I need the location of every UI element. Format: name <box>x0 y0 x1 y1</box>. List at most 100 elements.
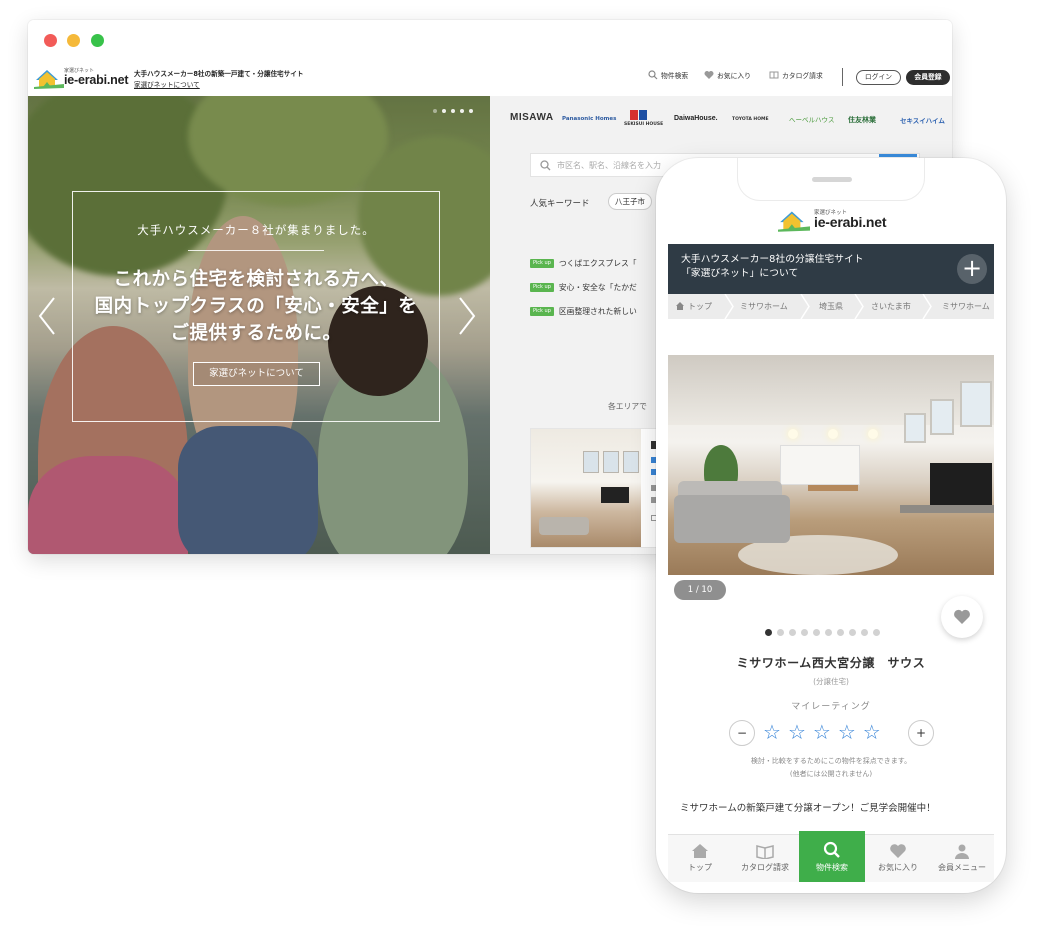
brand-logo-sumitomo[interactable]: 住友林業 <box>848 115 876 125</box>
tab-catalog[interactable]: カタログ請求 <box>732 835 798 882</box>
site-header: 家選びネット ie-erabi.net 大手ハウスメーカー8社の新築一戸建て・分… <box>28 60 952 96</box>
tab-label: 物件検索 <box>816 863 848 872</box>
brand-logo-sekisui-house[interactable]: SEKISUI HOUSE <box>624 122 663 127</box>
hero-headline: これから住宅を検討される方へ、 国内トップクラスの「安心・安全」を ご提供するた… <box>73 266 439 347</box>
pickup-item[interactable]: Pick up つくばエクスプレス「 <box>530 258 637 269</box>
photo-dot[interactable] <box>813 629 820 636</box>
star-icon[interactable]: ☆ <box>838 719 856 745</box>
window-shape <box>904 413 926 443</box>
tab-favorites[interactable]: お気に入り <box>866 835 930 882</box>
photo-pagination[interactable] <box>765 629 880 636</box>
nav-favorites-label: お気に入り <box>717 72 751 80</box>
rating-note-line: (他者には公開されません) <box>789 770 873 778</box>
pickup-text: つくばエクスプレス「 <box>558 259 637 268</box>
star-icon[interactable]: ☆ <box>763 719 781 745</box>
property-photo[interactable] <box>668 355 994 575</box>
breadcrumb-item[interactable]: 埼玉県 <box>819 301 843 312</box>
pickup-item[interactable]: Pick up 安心・安全な「たかだ <box>530 282 637 293</box>
shelf-shape <box>900 505 994 513</box>
nav-favorites[interactable]: お気に入り <box>704 70 751 80</box>
hero-pagination[interactable] <box>433 109 473 113</box>
about-banner-line: 大手ハウスメーカー8社の分譲住宅サイト <box>681 254 864 265</box>
about-banner-text: 大手ハウスメーカー8社の分譲住宅サイト 「家選びネット」について <box>681 253 864 281</box>
photo-dot[interactable] <box>861 629 868 636</box>
search-submit-button[interactable] <box>879 154 917 157</box>
chevron-right-icon[interactable] <box>456 294 478 338</box>
rating-decrease-button[interactable]: − <box>729 720 755 746</box>
nav-search[interactable]: 物件検索 <box>648 70 688 80</box>
hero-message-frame: 大手ハウスメーカー８社が集まりました。 これから住宅を検討される方へ、 国内トッ… <box>72 191 440 422</box>
pickup-item[interactable]: Pick up 区画整理された新しい <box>530 306 637 317</box>
brand-logo-panasonic[interactable]: Panasonic Homes <box>562 116 616 122</box>
search-icon <box>823 841 840 858</box>
tab-search[interactable]: 物件検索 <box>799 831 865 882</box>
photo-dot[interactable] <box>765 629 772 636</box>
photo-dot[interactable] <box>789 629 796 636</box>
star-icon[interactable]: ☆ <box>788 719 806 745</box>
window-shape <box>930 399 954 435</box>
expand-plus-button[interactable]: + <box>957 254 987 284</box>
sekisui-house-mark-icon <box>630 110 647 120</box>
bottom-tab-bar: トップ カタログ請求 物件検索 お気に入り 会員メニュー <box>668 831 994 882</box>
site-logo[interactable]: 家選びネット ie-erabi.net <box>34 66 128 90</box>
breadcrumb-separator <box>800 294 810 319</box>
breadcrumb-item[interactable]: トップ <box>688 301 712 312</box>
keyword-chip[interactable]: 八王子市 <box>608 193 652 210</box>
logo-text: ie-erabi.net <box>814 214 887 230</box>
about-banner[interactable]: 大手ハウスメーカー8社の分譲住宅サイト 「家選びネット」について + <box>668 244 994 294</box>
light-shape <box>828 429 838 439</box>
breadcrumb-item[interactable]: さいたま市 <box>871 301 911 312</box>
breadcrumb-separator <box>724 294 734 319</box>
brand-logo-hebel[interactable]: へーベルハウス <box>789 114 835 124</box>
register-button[interactable]: 会員登録 <box>906 70 950 85</box>
book-icon <box>756 845 774 859</box>
hero-divider <box>188 250 324 251</box>
photo-dot[interactable] <box>801 629 808 636</box>
brand-logo-sekisui-heim[interactable]: セキスイハイム <box>900 115 945 125</box>
photo-dot[interactable] <box>777 629 784 636</box>
tab-label: カタログ請求 <box>741 863 789 872</box>
star-icon[interactable]: ☆ <box>863 719 881 745</box>
rating-increase-button[interactable]: + <box>908 720 934 746</box>
hero-dot[interactable] <box>442 109 446 113</box>
hero-headline-line: これから住宅を検討される方へ、 <box>113 269 399 290</box>
tab-top[interactable]: トップ <box>668 835 732 882</box>
property-title: ミサワホーム西大宮分譲 サウス <box>736 656 926 670</box>
brand-logo-daiwa[interactable]: DaiwaHouse. <box>674 115 718 122</box>
hero-dot[interactable] <box>451 109 455 113</box>
kitchen-shape <box>780 445 860 485</box>
mobile-screen: 家選びネット ie-erabi.net 大手ハウスメーカー8社の分譲住宅サイト … <box>668 192 994 882</box>
hero-about-button[interactable]: 家選びネットについて <box>193 362 320 386</box>
nav-catalog-label: カタログ請求 <box>782 72 823 80</box>
photo-dot[interactable] <box>849 629 856 636</box>
hero-subtitle: 大手ハウスメーカー８社が集まりました。 <box>137 223 375 237</box>
minimize-window-button[interactable] <box>67 34 80 47</box>
nav-catalog[interactable]: カタログ請求 <box>769 70 823 80</box>
login-button[interactable]: ログイン <box>856 70 901 85</box>
favorite-button[interactable] <box>941 596 983 638</box>
hero-dot[interactable] <box>469 109 473 113</box>
maximize-window-button[interactable] <box>91 34 104 47</box>
rating-stars: ☆ ☆ ☆ ☆ ☆ <box>763 719 881 745</box>
chevron-left-icon[interactable] <box>36 294 58 338</box>
phone-speaker <box>812 177 852 182</box>
hero-dot[interactable] <box>433 109 437 113</box>
about-link[interactable]: 家選びネットについて <box>134 79 200 89</box>
pickup-text: 区画整理された新しい <box>558 307 637 316</box>
photo-dot[interactable] <box>873 629 880 636</box>
hero-dot[interactable] <box>460 109 464 113</box>
star-icon[interactable]: ☆ <box>813 719 831 745</box>
tab-member-menu[interactable]: 会員メニュー <box>930 835 994 882</box>
mobile-site-logo[interactable]: 家選びネット ie-erabi.net <box>778 208 898 234</box>
property-card[interactable] <box>530 428 670 548</box>
brand-logo-toyota-home[interactable]: TOYOTA HOME <box>732 117 769 122</box>
close-window-button[interactable] <box>44 34 57 47</box>
brand-logo-misawa[interactable]: MISAWA <box>510 112 554 123</box>
photo-dot[interactable] <box>837 629 844 636</box>
photo-dot[interactable] <box>825 629 832 636</box>
house-logo-icon <box>34 70 64 89</box>
breadcrumb-separator <box>854 294 864 319</box>
nav-search-label: 物件検索 <box>661 72 689 80</box>
window-shape <box>603 451 619 473</box>
breadcrumb-item[interactable]: ミサワホーム <box>740 301 788 312</box>
